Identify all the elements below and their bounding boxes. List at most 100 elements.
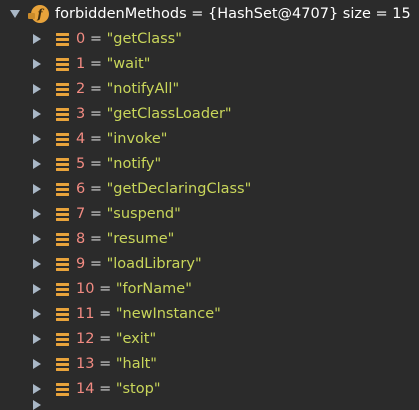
tree-node-item-label: 13 = "halt" [76,352,157,377]
item-value: "halt" [115,356,157,372]
tree-node-forbidden-methods[interactable]: f forbiddenMethods = {HashSet@4707} size… [0,2,419,27]
collapse-arrow-icon[interactable] [33,384,41,394]
tree-node-item[interactable]: 1 = "wait" [0,52,419,77]
item-index: 8 [76,231,86,247]
tree-node-item-label: 12 = "exit" [76,327,156,352]
item-equals: = [99,306,112,322]
tree-node-item[interactable]: 10 = "forName" [0,277,419,302]
collapse-arrow-icon[interactable] [33,59,41,69]
tree-node-item[interactable]: 8 = "resume" [0,227,419,252]
tree-node-item[interactable]: 9 = "loadLibrary" [0,252,419,277]
item-value: "stop" [115,381,161,397]
item-value: "loadLibrary" [106,256,202,272]
array-element-icon [56,208,69,221]
tree-node-item-label: 8 = "resume" [76,227,174,252]
item-index: 12 [76,331,95,347]
item-equals: = [99,331,112,347]
collapse-arrow-icon[interactable] [33,209,41,219]
item-equals: = [99,381,112,397]
collapse-arrow-icon[interactable] [33,334,41,344]
array-element-icon [56,258,69,271]
item-index: 0 [76,31,86,47]
collapse-arrow-icon[interactable] [33,234,41,244]
tree-node-item[interactable]: 13 = "halt" [0,352,419,377]
tree-node-label: forbiddenMethods = {HashSet@4707} size =… [55,6,411,22]
item-equals: = [89,106,102,122]
variables-tree: f forbiddenMethods = {HashSet@4707} size… [0,0,419,410]
item-equals: = [89,81,102,97]
tree-node-item[interactable]: 14 = "stop" [0,377,419,402]
array-element-icon [56,158,69,171]
collapse-arrow-icon[interactable] [33,359,41,369]
array-element-icon [56,108,69,121]
tree-node-item-label: 7 = "suspend" [76,202,181,227]
tree-node-item[interactable]: 5 = "notify" [0,152,419,177]
item-equals: = [89,256,102,272]
array-element-icon [56,358,69,371]
collapse-arrow-icon[interactable] [33,184,41,194]
tree-node-item[interactable]: 0 = "getClass" [0,27,419,52]
collapse-arrow-icon[interactable] [33,34,41,44]
collapse-arrow-icon[interactable] [33,159,41,169]
collapse-arrow-icon[interactable] [33,134,41,144]
item-equals: = [89,56,102,72]
item-value: "notify" [106,156,162,172]
tree-node-item-label: 6 = "getDeclaringClass" [76,177,251,202]
tree-node-item[interactable]: 7 = "suspend" [0,202,419,227]
item-value: "resume" [106,231,175,247]
tree-node-item-label: 0 = "getClass" [76,27,182,52]
tree-node-item-label: 4 = "invoke" [76,127,167,152]
array-element-icon [56,133,69,146]
item-index: 4 [76,131,86,147]
collapse-arrow-icon[interactable] [33,84,41,94]
tree-node-item[interactable]: 6 = "getDeclaringClass" [0,177,419,202]
item-index: 3 [76,106,86,122]
item-value: "getClassLoader" [106,106,232,122]
item-index: 9 [76,256,86,272]
item-value: "forName" [115,281,192,297]
item-equals: = [89,206,102,222]
tree-node-item-label: 10 = "forName" [76,277,192,302]
item-value: "wait" [106,56,151,72]
item-equals: = [99,356,112,372]
array-element-icon [56,383,69,396]
item-value: "suspend" [106,206,181,222]
tree-node-item-label: 2 = "notifyAll" [76,77,179,102]
item-value: "getClass" [106,31,182,47]
item-index: 5 [76,156,86,172]
item-index: 1 [76,56,86,72]
item-value: "getDeclaringClass" [106,181,252,197]
tree-node-item[interactable]: 4 = "invoke" [0,127,419,152]
item-equals: = [89,156,102,172]
collapse-arrow-icon[interactable] [33,309,41,319]
tree-node-item[interactable]: 3 = "getClassLoader" [0,102,419,127]
item-index: 2 [76,81,86,97]
collapse-arrow-icon[interactable] [33,284,41,294]
item-index: 14 [76,381,95,397]
tree-node-item-label: 11 = "newInstance" [76,302,221,327]
tree-node-item[interactable]: 12 = "exit" [0,327,419,352]
array-element-icon [56,58,69,71]
item-value: "exit" [115,331,157,347]
item-equals: = [89,31,102,47]
item-index: 6 [76,181,86,197]
item-value: "invoke" [106,131,168,147]
expand-arrow-icon[interactable] [10,10,20,18]
item-equals: = [89,181,102,197]
field-icon: f [28,5,49,23]
array-element-icon [56,308,69,321]
item-equals: = [89,131,102,147]
collapse-arrow-icon[interactable] [33,259,41,269]
tree-node-item-label: 14 = "stop" [76,377,160,402]
tree-node-item-label: 5 = "notify" [76,152,161,177]
array-element-icon [56,283,69,296]
collapse-arrow-icon-partial[interactable] [33,400,41,410]
item-index: 10 [76,281,95,297]
array-element-icon [56,333,69,346]
lock-icon [28,13,35,19]
array-element-icon [56,33,69,46]
tree-node-item[interactable]: 11 = "newInstance" [0,302,419,327]
array-element-icon [56,83,69,96]
collapse-arrow-icon[interactable] [33,109,41,119]
tree-node-item[interactable]: 2 = "notifyAll" [0,77,419,102]
